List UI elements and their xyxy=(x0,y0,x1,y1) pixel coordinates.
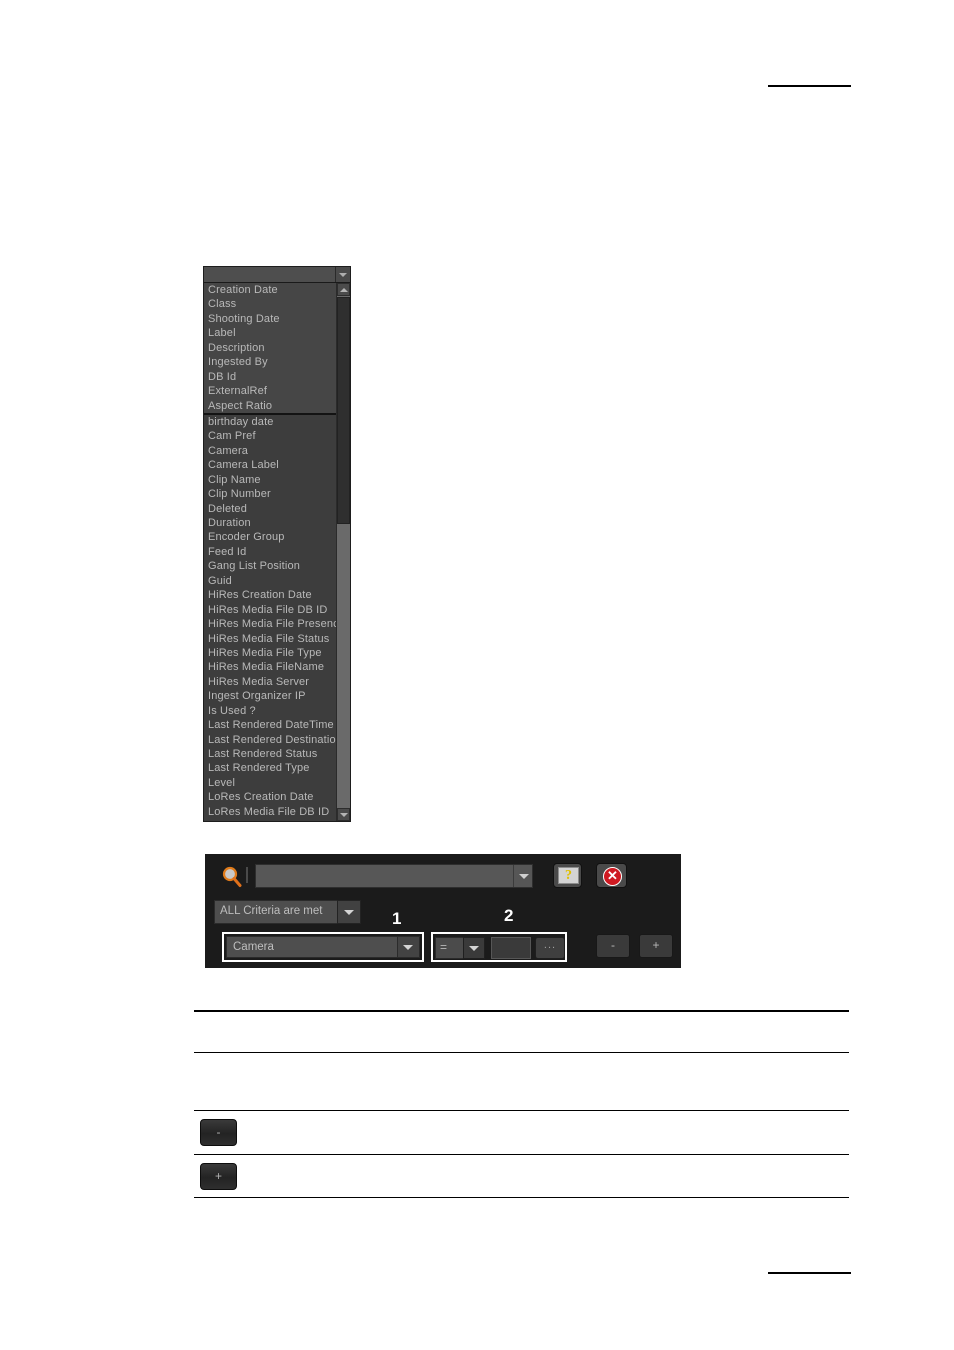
scrollbar-thumb[interactable] xyxy=(337,297,350,524)
field-list-combo-box[interactable] xyxy=(204,267,350,283)
field-select-highlight-group: Camera xyxy=(222,932,424,962)
footer-rule xyxy=(768,1272,851,1274)
list-item[interactable]: Camera xyxy=(204,443,336,459)
list-item[interactable]: birthday date xyxy=(204,414,336,430)
list-item[interactable]: Level xyxy=(204,775,336,791)
operator-label: = xyxy=(440,940,448,954)
list-item[interactable]: Gang List Position xyxy=(204,559,336,574)
remove-criterion-button[interactable]: - xyxy=(596,934,630,958)
list-item[interactable]: Deleted xyxy=(204,501,336,516)
list-item[interactable]: Last Rendered DateTime xyxy=(204,718,336,733)
list-item[interactable]: Feed Id xyxy=(204,544,336,560)
chevron-down-icon[interactable] xyxy=(397,937,419,957)
chevron-down-icon[interactable] xyxy=(337,808,350,821)
table-row xyxy=(194,1052,849,1110)
value-input-wrapper[interactable] xyxy=(491,937,531,959)
list-item[interactable]: HiRes Creation Date xyxy=(204,588,336,603)
list-item[interactable]: LoRes Media File DB ID xyxy=(204,804,336,820)
list-item[interactable]: Last Rendered Destination xyxy=(204,732,336,747)
list-item[interactable]: Cam Pref xyxy=(204,429,336,444)
search-criteria-toolbar: ? ✕ ALL Criteria are met 1 2 Camera = ..… xyxy=(205,854,681,968)
chevron-down-icon[interactable] xyxy=(335,267,350,282)
field-list-dropdown[interactable]: Creation Date Class Shooting Date Label Desc… xyxy=(203,266,351,822)
value-browse-button[interactable]: ... xyxy=(535,937,565,959)
list-item[interactable]: Ingest Organizer IP xyxy=(204,689,336,704)
list-item[interactable]: Description xyxy=(204,340,336,356)
toolbar-divider xyxy=(246,867,248,883)
table-row: + xyxy=(194,1154,849,1198)
list-item[interactable]: ExternalRef xyxy=(204,384,336,399)
list-item[interactable]: Last Rendered Status xyxy=(204,747,336,762)
table-cell-icon: - xyxy=(194,1111,849,1154)
list-item[interactable]: Encoder Group xyxy=(204,530,336,545)
help-button[interactable]: ? xyxy=(553,863,582,888)
list-item[interactable]: Creation Date xyxy=(204,283,336,298)
criteria-mode-label: ALL Criteria are met xyxy=(220,905,323,917)
field-list-scroll-region: Creation Date Class Shooting Date Label Desc… xyxy=(204,283,350,821)
question-mark-icon: ? xyxy=(558,867,579,884)
list-item[interactable]: Is Used ? xyxy=(204,703,336,719)
list-item[interactable]: Clip Name xyxy=(204,472,336,488)
value-input[interactable] xyxy=(492,938,530,958)
description-table: - + xyxy=(194,1010,849,1198)
table-cell-text xyxy=(194,1053,849,1061)
minus-button[interactable]: - xyxy=(200,1119,237,1146)
search-icon xyxy=(222,866,242,887)
list-item[interactable]: Clip Number xyxy=(204,487,336,502)
criteria-mode-select[interactable]: ALL Criteria are met xyxy=(214,900,361,924)
table-row xyxy=(194,1010,849,1052)
list-item[interactable]: DB Id xyxy=(204,369,336,385)
chevron-down-icon[interactable] xyxy=(513,865,532,887)
list-item[interactable]: HiRes Media File DB ID xyxy=(204,602,336,618)
operator-select[interactable]: = xyxy=(435,937,485,959)
list-item[interactable]: HiRes Media File Status xyxy=(204,631,336,646)
field-select-label: Camera xyxy=(233,941,274,953)
field-select-combo[interactable]: Camera xyxy=(226,936,420,958)
close-icon: ✕ xyxy=(603,867,622,886)
value-criteria-highlight-group: = ... xyxy=(431,932,567,962)
header-rule xyxy=(768,85,851,87)
list-item[interactable]: Shooting Date xyxy=(204,311,336,327)
list-item[interactable]: Duration xyxy=(204,516,336,531)
list-item[interactable]: Camera Label xyxy=(204,458,336,473)
list-item[interactable]: LoRes Creation Date xyxy=(204,790,336,805)
list-item[interactable]: Aspect Ratio xyxy=(204,398,336,413)
field-list-scrollbar[interactable] xyxy=(336,283,350,821)
chevron-down-icon[interactable] xyxy=(337,900,361,924)
table-cell-icon: + xyxy=(194,1155,849,1197)
list-item[interactable]: HiRes Media FileName xyxy=(204,660,336,675)
list-item[interactable]: HiRes Media File Presence xyxy=(204,617,336,632)
list-item[interactable]: Class xyxy=(204,297,336,312)
list-item[interactable]: HiRes Media File Type xyxy=(204,645,336,661)
search-input-wrapper[interactable] xyxy=(255,864,533,888)
add-criterion-button[interactable]: + xyxy=(639,934,673,958)
close-button[interactable]: ✕ xyxy=(596,863,627,888)
list-item[interactable]: Ingested By xyxy=(204,355,336,370)
list-item[interactable]: Label xyxy=(204,326,336,341)
list-item[interactable]: Guid xyxy=(204,573,336,589)
search-input[interactable] xyxy=(256,865,532,887)
table-cell-text xyxy=(194,1012,849,1020)
list-item[interactable]: Last Rendered Type xyxy=(204,761,336,776)
list-item[interactable]: HiRes Media Server xyxy=(204,674,336,690)
chevron-up-icon[interactable] xyxy=(337,283,350,296)
callout-number-1: 1 xyxy=(392,909,402,928)
field-list-items[interactable]: Creation Date Class Shooting Date Label Desc… xyxy=(204,283,336,821)
chevron-down-icon[interactable] xyxy=(463,937,485,959)
table-row: - xyxy=(194,1110,849,1154)
callout-number-2: 2 xyxy=(504,906,514,925)
plus-button[interactable]: + xyxy=(200,1162,237,1190)
